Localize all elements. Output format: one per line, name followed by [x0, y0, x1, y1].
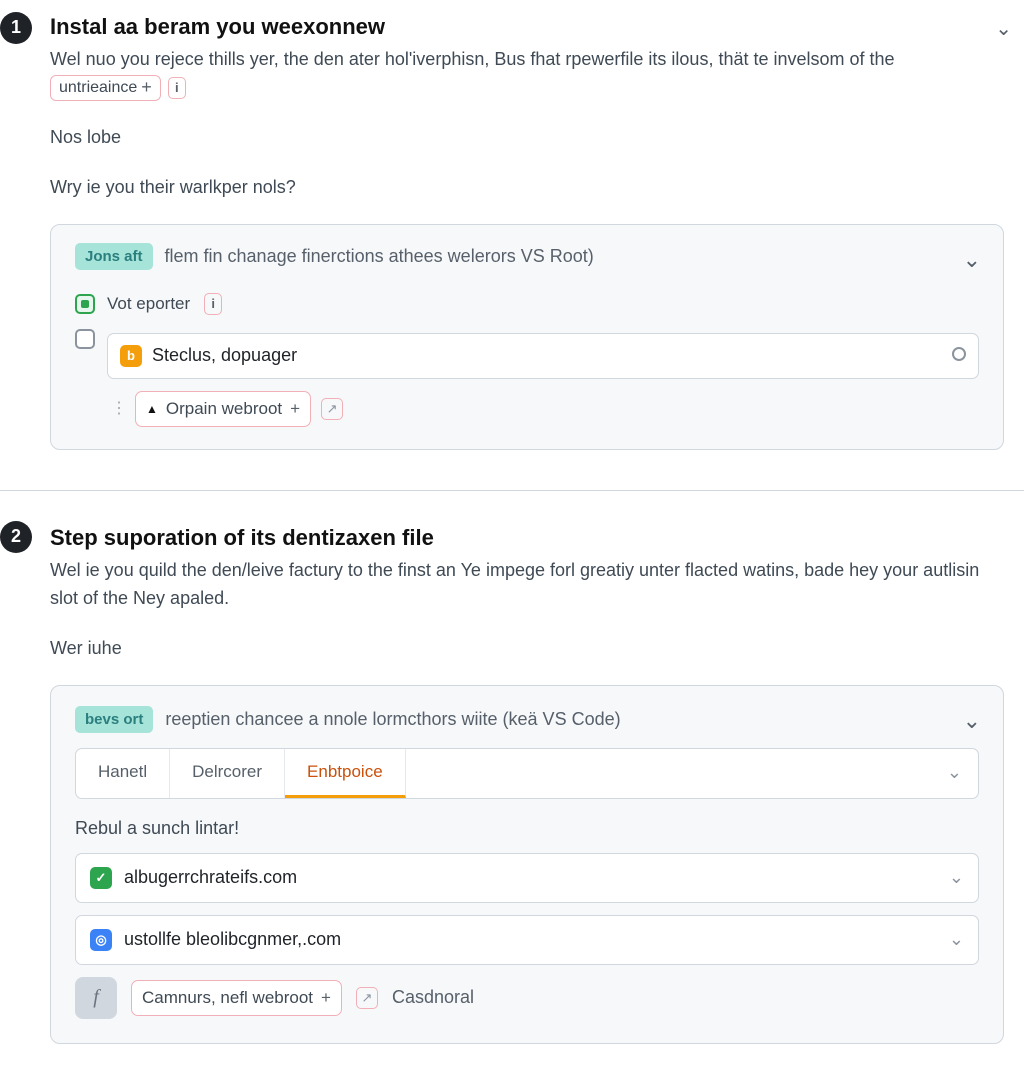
option-row-1: Vot eporter i — [75, 285, 979, 323]
plus-icon: + — [290, 396, 300, 422]
step-title: Step suporation of its dentizaxen file — [50, 521, 1004, 555]
external-icon[interactable]: ↗ — [321, 398, 343, 420]
card-header: Jons aft flem fin chanage finerctions at… — [75, 243, 979, 271]
domain-item-1[interactable]: ✓ albugerrchrateifs.com ⌄ — [75, 853, 979, 903]
tab-delrcorer[interactable]: Delrcorer — [170, 749, 285, 798]
card-header: bevs ort reeptien chancee a nnole lormct… — [75, 706, 979, 734]
domain-label: albugerrchrateifs.com — [124, 864, 297, 892]
plus-icon: + — [321, 985, 331, 1011]
inline-tag[interactable]: untrieaince + — [50, 75, 161, 101]
domain-icon: ✓ — [90, 867, 112, 889]
tabs-chevron-icon[interactable]: ⌄ — [931, 749, 978, 798]
config-card-1: ⌄ Jons aft flem fin chanage finerctions … — [50, 224, 1004, 450]
card-chevron-icon[interactable]: ⌄ — [963, 243, 981, 277]
domain-label: ustollfe bleolibcgnmer,.com — [124, 926, 341, 954]
card-badge: Jons aft — [75, 243, 153, 270]
tab-hanetl[interactable]: Hanetl — [76, 749, 170, 798]
step-number-badge: 1 — [0, 12, 32, 44]
function-icon[interactable]: f — [75, 977, 117, 1019]
tabs: Hanetl Delrcorer Enbtpoice ⌄ — [75, 748, 979, 799]
step-desc-text: Wel nuo you rejece thills yer, the den a… — [50, 49, 895, 69]
card-chevron-icon[interactable]: ⌄ — [963, 704, 981, 738]
step-para-2: Wry ie you their warlkper nols? — [50, 174, 1004, 202]
checkbox[interactable] — [75, 294, 95, 314]
step-number-badge: 2 — [0, 521, 32, 553]
inline-tag-label: untrieaince — [59, 76, 137, 101]
step-title: Instal aa beram you weexonnew — [50, 10, 1004, 44]
plus-icon: + — [141, 74, 152, 102]
checkbox[interactable] — [75, 329, 95, 349]
cancel-link[interactable]: Casdnoral — [392, 984, 474, 1012]
step-1: ⌄ 1 Instal aa beram you weexonnew Wel nu… — [0, 0, 1024, 480]
pill-row: ⋮ ▲ Orpain webroot + ↗ — [111, 391, 979, 427]
framed-list: b Steclus, dopuager — [107, 333, 979, 379]
webroot-tag[interactable]: ▲ Orpain webroot + — [135, 391, 311, 427]
action-row: f Camnurs, nefl webroot + ↗ Casdnoral — [75, 977, 979, 1019]
config-card-2: ⌄ bevs ort reeptien chancee a nnole lorm… — [50, 685, 1004, 1044]
info-chip-icon[interactable]: i — [204, 293, 222, 315]
collapse-chevron-icon[interactable]: ⌄ — [995, 14, 1012, 45]
triangle-icon: ▲ — [146, 400, 158, 419]
webroot-action-label: Camnurs, nefl webroot — [142, 985, 313, 1011]
framed-item[interactable]: b Steclus, dopuager — [108, 334, 978, 378]
card-subtitle: reeptien chancee a nnole lormcthors wiit… — [165, 706, 620, 734]
step-para-1: Nos lobe — [50, 124, 1004, 152]
option-row-2: b Steclus, dopuager — [75, 323, 979, 385]
chevron-down-icon: ⌄ — [949, 864, 964, 892]
framed-item-label: Steclus, dopuager — [152, 342, 297, 370]
sub-heading: Rebul a sunch lintar! — [75, 815, 979, 843]
radio-trail-icon — [952, 342, 966, 370]
chevron-down-icon: ⌄ — [949, 926, 964, 954]
external-icon[interactable]: ↗ — [356, 987, 378, 1009]
info-chip-icon[interactable]: i — [168, 77, 186, 99]
card-subtitle: flem fin chanage finerctions athees wele… — [165, 243, 594, 271]
domain-item-2[interactable]: ◎ ustollfe bleolibcgnmer,.com ⌄ — [75, 915, 979, 965]
card-badge: bevs ort — [75, 706, 153, 733]
drag-handle-icon[interactable]: ⋮ — [111, 397, 125, 422]
app-icon: b — [120, 345, 142, 367]
webroot-action-tag[interactable]: Camnurs, nefl webroot + — [131, 980, 342, 1016]
webroot-tag-label: Orpain webroot — [166, 396, 282, 422]
option-label: Vot eporter — [107, 291, 190, 317]
step-description: Wel ie you quild the den/leive factury t… — [50, 557, 1004, 613]
step-para-1: Wer iuhe — [50, 635, 1004, 663]
tab-enbtpoice[interactable]: Enbtpoice — [285, 749, 406, 798]
step-description: Wel nuo you rejece thills yer, the den a… — [50, 46, 1004, 102]
domain-icon: ◎ — [90, 929, 112, 951]
step-2: 2 Step suporation of its dentizaxen file… — [0, 490, 1024, 1074]
